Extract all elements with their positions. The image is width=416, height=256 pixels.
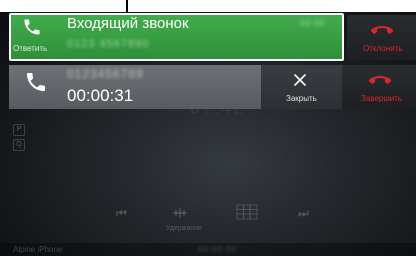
skip-next-icon[interactable]: ⏭ — [298, 206, 309, 221]
hold-icon[interactable] — [172, 207, 188, 219]
hang-up-icon — [370, 26, 394, 34]
side-tag-p: P — [13, 124, 25, 136]
side-tag-q: Q — [13, 139, 25, 151]
hang-up-icon — [368, 76, 392, 84]
phone-icon — [24, 19, 40, 35]
decline-label: Отклонить — [363, 44, 403, 53]
status-center-blurred: 00:00:00 — [198, 245, 238, 254]
answer-label: Ответить — [13, 44, 48, 53]
active-caller-name: 0123456789 — [67, 67, 144, 81]
close-x-icon — [294, 74, 306, 86]
close-label: Закрыть — [286, 94, 317, 103]
end-call-label: Завершить — [361, 94, 403, 103]
skip-previous-icon[interactable]: ⏮ — [116, 206, 127, 221]
phone-icon — [27, 73, 45, 91]
incoming-caller-number: 0123 4567890 — [67, 38, 150, 50]
incoming-call-title: Входящий звонок — [67, 15, 189, 32]
call-duration: 00:00:31 — [67, 86, 134, 105]
keypad-icon[interactable] — [236, 204, 258, 220]
device-label: Alpine iPhone — [13, 245, 63, 254]
incoming-time: 00:00 — [300, 19, 326, 28]
hold-label: Удержание — [166, 225, 203, 232]
